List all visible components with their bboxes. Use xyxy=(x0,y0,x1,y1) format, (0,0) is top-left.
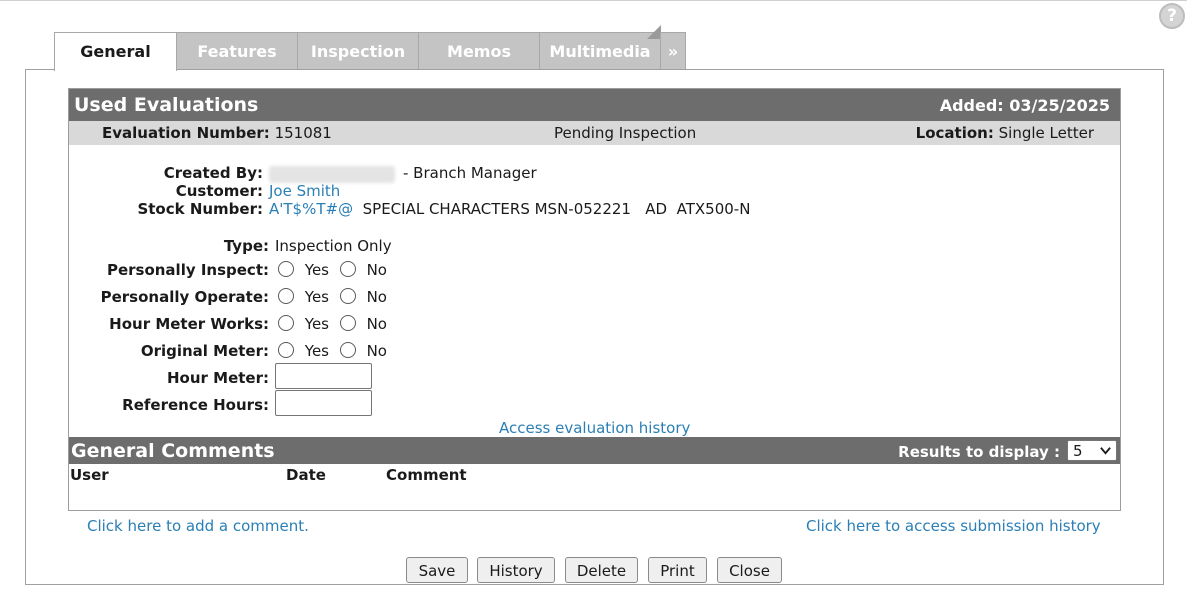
type-label: Type: xyxy=(223,237,269,255)
added-date: Added: 03/25/2025 xyxy=(939,96,1110,115)
close-button[interactable]: Close xyxy=(717,557,782,583)
general-comments-header: General Comments Results to display : 5 xyxy=(69,437,1120,464)
location-value: Single Letter xyxy=(998,124,1094,142)
personally-inspect-label: Personally Inspect: xyxy=(106,261,269,279)
tab-inspection[interactable]: Inspection xyxy=(297,32,419,69)
column-user: User xyxy=(70,466,109,484)
personally-inspect-no-radio[interactable] xyxy=(339,261,356,277)
personally-operate-options: Yes No xyxy=(278,288,387,306)
top-divider xyxy=(0,0,1187,1)
column-date: Date xyxy=(286,466,326,484)
evaluation-number-label: Evaluation Number: xyxy=(102,124,270,142)
panel-header: Used Evaluations Added: 03/25/2025 xyxy=(69,89,1120,121)
redacted-name xyxy=(269,166,395,183)
evaluation-number: Evaluation Number: 151081 xyxy=(102,124,332,142)
radio-yes-label: Yes xyxy=(304,315,329,333)
original-meter-label: Original Meter: xyxy=(140,342,269,360)
tab-memos[interactable]: Memos xyxy=(418,32,540,69)
results-to-display-select[interactable]: 5 xyxy=(1067,440,1117,461)
tab-general[interactable]: General xyxy=(54,32,177,71)
customer-label: Customer: xyxy=(175,182,263,200)
radio-no-label: No xyxy=(366,315,387,333)
delete-button[interactable]: Delete xyxy=(565,557,638,583)
personally-operate-yes-radio[interactable] xyxy=(278,288,294,304)
type-value: Inspection Only xyxy=(275,237,392,255)
hour-meter-works-options: Yes No xyxy=(278,315,387,333)
print-button[interactable]: Print xyxy=(648,557,707,583)
stock-number: A'T$%T#@ SPECIAL CHARACTERS MSN-052221 A… xyxy=(269,200,750,218)
tab-features[interactable]: Features xyxy=(176,32,298,69)
hour-meter-input[interactable] xyxy=(275,363,372,389)
radio-yes-label: Yes xyxy=(304,288,329,306)
help-icon[interactable]: ? xyxy=(1159,3,1185,29)
general-comments-title: General Comments xyxy=(71,440,275,462)
stock-description: SPECIAL CHARACTERS MSN-052221 AD ATX500-… xyxy=(362,200,751,218)
location: Location: Single Letter xyxy=(916,124,1094,142)
radio-no-label: No xyxy=(366,288,387,306)
stock-number-label: Stock Number: xyxy=(137,200,263,218)
hour-meter-works-label: Hour Meter Works: xyxy=(109,315,269,333)
personally-operate-label: Personally Operate: xyxy=(100,288,269,306)
column-comment: Comment xyxy=(386,466,467,484)
results-to-display-label: Results to display : xyxy=(898,443,1060,461)
tab-multimedia-label: Multimedia xyxy=(549,42,651,61)
tab-multimedia[interactable]: Multimedia xyxy=(539,25,661,69)
personally-inspect-options: Yes No xyxy=(278,261,387,279)
hour-meter-works-no-radio[interactable] xyxy=(339,315,356,331)
hour-meter-label: Hour Meter: xyxy=(167,369,269,387)
panel-title: Used Evaluations xyxy=(74,94,259,116)
tab-fold-icon xyxy=(647,25,661,39)
original-meter-options: Yes No xyxy=(278,342,387,360)
created-by-label: Created By: xyxy=(163,164,263,182)
add-comment-link[interactable]: Click here to add a comment. xyxy=(87,517,309,535)
chevron-down-icon xyxy=(1100,447,1111,455)
stock-number-link[interactable]: A'T$%T#@ xyxy=(269,200,353,218)
radio-no-label: No xyxy=(366,342,387,360)
radio-yes-label: Yes xyxy=(304,342,329,360)
hour-meter-works-yes-radio[interactable] xyxy=(278,315,294,331)
radio-no-label: No xyxy=(366,261,387,279)
created-by-role: - Branch Manager xyxy=(403,164,537,182)
customer-link[interactable]: Joe Smith xyxy=(269,182,340,200)
original-meter-no-radio[interactable] xyxy=(339,342,356,358)
status-text: Pending Inspection xyxy=(554,124,697,142)
results-select-value: 5 xyxy=(1073,442,1083,460)
history-button[interactable]: History xyxy=(477,557,555,583)
used-evaluations-panel: Used Evaluations Added: 03/25/2025 Evalu… xyxy=(68,88,1121,511)
original-meter-yes-radio[interactable] xyxy=(278,342,294,358)
evaluation-info-bar: Evaluation Number: 151081 Pending Inspec… xyxy=(69,121,1120,145)
access-evaluation-history-link[interactable]: Access evaluation history xyxy=(499,419,690,437)
personally-operate-no-radio[interactable] xyxy=(339,288,356,304)
evaluation-number-value: 151081 xyxy=(274,124,332,142)
submission-history-link[interactable]: Click here to access submission history xyxy=(806,517,1101,535)
reference-hours-input[interactable] xyxy=(275,390,372,416)
reference-hours-label: Reference Hours: xyxy=(122,396,269,414)
save-button[interactable]: Save xyxy=(406,557,468,583)
location-label: Location: xyxy=(915,124,994,142)
personally-inspect-yes-radio[interactable] xyxy=(278,261,294,277)
tab-more-button[interactable]: » xyxy=(660,32,686,69)
radio-yes-label: Yes xyxy=(304,261,329,279)
